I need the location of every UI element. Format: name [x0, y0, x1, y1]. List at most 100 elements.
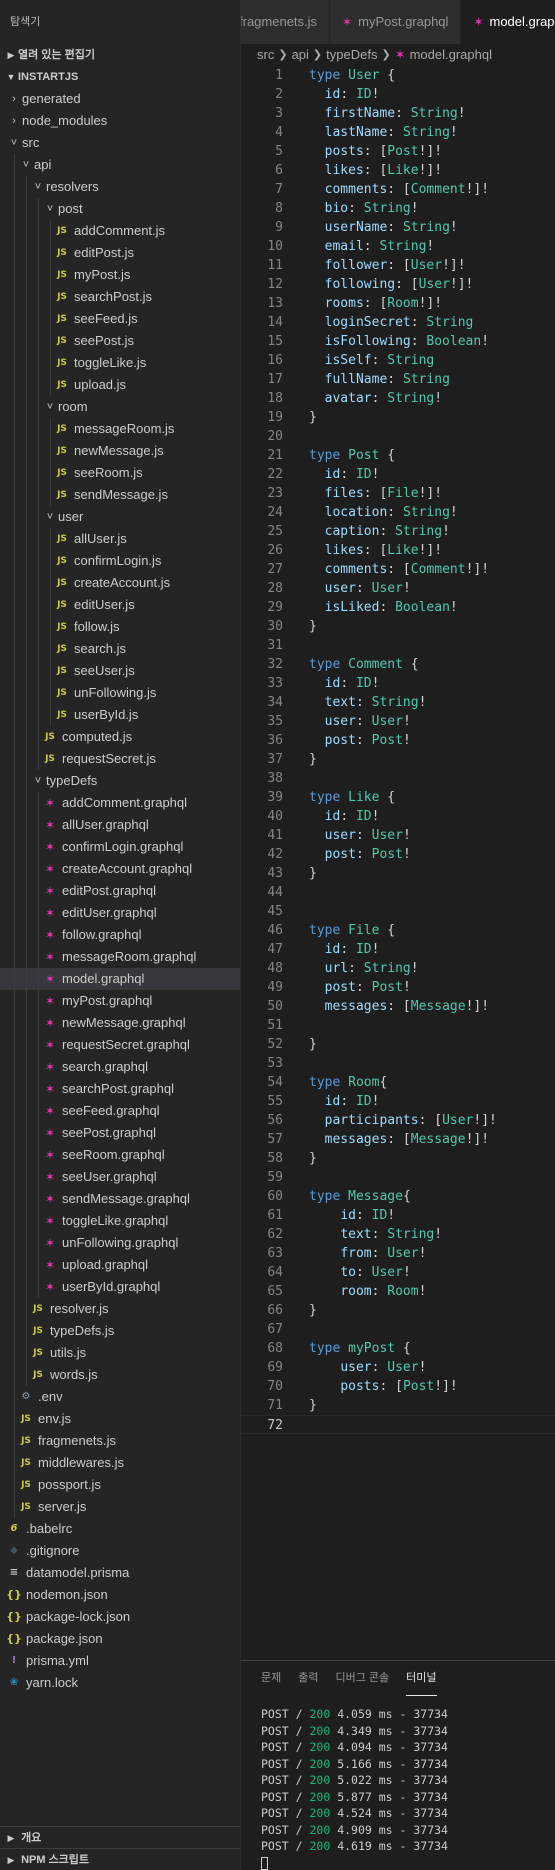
outline-section-header[interactable]: ▶ 개요: [0, 1826, 240, 1848]
open-editors-header[interactable]: ▶ 열려 있는 편집기: [0, 44, 240, 66]
file-createAccount.graphql[interactable]: ✶ createAccount.graphql: [0, 858, 240, 880]
folder-typeDefs[interactable]: ˅ typeDefs: [0, 770, 240, 792]
file-seeFeed.graphql[interactable]: ✶ seeFeed.graphql: [0, 1100, 240, 1122]
file-seeUser.js[interactable]: JS seeUser.js: [0, 660, 240, 682]
tab-model.graphql[interactable]: ✶ model.graphql: [461, 0, 555, 44]
file-typeDefs.js[interactable]: JS typeDefs.js: [0, 1320, 240, 1342]
file-seeUser.graphql[interactable]: ✶ seeUser.graphql: [0, 1166, 240, 1188]
folder-room[interactable]: ˅ room: [0, 396, 240, 418]
panel-tab-1[interactable]: 출력: [298, 1661, 318, 1696]
terminal-prompt[interactable]: [261, 1855, 555, 1870]
file-upload.graphql[interactable]: ✶ upload.graphql: [0, 1254, 240, 1276]
folder-node_modules[interactable]: › node_modules: [0, 110, 240, 132]
graphql-file-icon: ✶: [44, 884, 56, 898]
file-package.json[interactable]: {} package.json: [0, 1628, 240, 1650]
file-searchPost.graphql[interactable]: ✶ searchPost.graphql: [0, 1078, 240, 1100]
file-.gitignore[interactable]: ◆ .gitignore: [0, 1540, 240, 1562]
file-editUser.graphql[interactable]: ✶ editUser.graphql: [0, 902, 240, 924]
file-datamodel.prisma[interactable]: ≡ datamodel.prisma: [0, 1562, 240, 1584]
file-upload.js[interactable]: JS upload.js: [0, 374, 240, 396]
file-follow.js[interactable]: JS follow.js: [0, 616, 240, 638]
file-yarn.lock[interactable]: ❀ yarn.lock: [0, 1672, 240, 1694]
tab-fragmenets.js[interactable]: fragmenets.js: [241, 0, 331, 44]
file-confirmLogin.js[interactable]: JS confirmLogin.js: [0, 550, 240, 572]
tree-item-label: seeRoom.graphql: [62, 1147, 165, 1162]
file-editUser.js[interactable]: JS editUser.js: [0, 594, 240, 616]
file-seeRoom.js[interactable]: JS seeRoom.js: [0, 462, 240, 484]
file-.babelrc[interactable]: 6 .babelrc: [0, 1518, 240, 1540]
file-editPost.graphql[interactable]: ✶ editPost.graphql: [0, 880, 240, 902]
file-env.js[interactable]: JS env.js: [0, 1408, 240, 1430]
file-createAccount.js[interactable]: JS createAccount.js: [0, 572, 240, 594]
breadcrumb-item[interactable]: typeDefs: [326, 44, 377, 66]
indent-guide: [38, 594, 39, 616]
line-text: id: ID!: [324, 467, 380, 482]
file-sendMessage.graphql[interactable]: ✶ sendMessage.graphql: [0, 1188, 240, 1210]
folder-api[interactable]: ˅ api: [0, 154, 240, 176]
code-view[interactable]: 1 type User {2 id: ID! 3 firstName: String…: [241, 66, 555, 1434]
panel-tab-3[interactable]: 터미널: [406, 1661, 437, 1696]
response-size: - 37734: [392, 1773, 448, 1787]
file-addComment.graphql[interactable]: ✶ addComment.graphql: [0, 792, 240, 814]
breadcrumb-item[interactable]: src: [257, 44, 274, 66]
file-.env[interactable]: ⚙ .env: [0, 1386, 240, 1408]
panel-tab-2[interactable]: 디버그 콘솔: [336, 1661, 390, 1696]
file-allUser.graphql[interactable]: ✶ allUser.graphql: [0, 814, 240, 836]
file-package-lock.json[interactable]: {} package-lock.json: [0, 1606, 240, 1628]
file-words.js[interactable]: JS words.js: [0, 1364, 240, 1386]
folder-generated[interactable]: › generated: [0, 88, 240, 110]
npm-scripts-section-header[interactable]: ▶ NPM 스크립트: [0, 1848, 240, 1870]
file-resolver.js[interactable]: JS resolver.js: [0, 1298, 240, 1320]
file-follow.graphql[interactable]: ✶ follow.graphql: [0, 924, 240, 946]
code-line: 62 text: String!: [241, 1225, 555, 1244]
file-middlewares.js[interactable]: JS middlewares.js: [0, 1452, 240, 1474]
file-myPost.js[interactable]: JS myPost.js: [0, 264, 240, 286]
file-nodemon.json[interactable]: {} nodemon.json: [0, 1584, 240, 1606]
file-search.graphql[interactable]: ✶ search.graphql: [0, 1056, 240, 1078]
file-requestSecret.js[interactable]: JS requestSecret.js: [0, 748, 240, 770]
file-possport.js[interactable]: JS possport.js: [0, 1474, 240, 1496]
folder-post[interactable]: ˅ post: [0, 198, 240, 220]
file-prisma.yml[interactable]: ! prisma.yml: [0, 1650, 240, 1672]
file-sendMessage.js[interactable]: JS sendMessage.js: [0, 484, 240, 506]
terminal-output[interactable]: POST / 200 4.059 ms - 37734 POST / 200 4.…: [241, 1696, 555, 1870]
folder-src[interactable]: ˅ src: [0, 132, 240, 154]
panel-tab-0[interactable]: 문제: [261, 1661, 281, 1696]
file-confirmLogin.graphql[interactable]: ✶ confirmLogin.graphql: [0, 836, 240, 858]
file-searchPost.js[interactable]: JS searchPost.js: [0, 286, 240, 308]
project-header[interactable]: ▼ INSTARTJS: [0, 66, 240, 88]
indent-guide: [38, 462, 39, 484]
file-server.js[interactable]: JS server.js: [0, 1496, 240, 1518]
file-newMessage.js[interactable]: JS newMessage.js: [0, 440, 240, 462]
file-addComment.js[interactable]: JS addComment.js: [0, 220, 240, 242]
file-seeFeed.js[interactable]: JS seeFeed.js: [0, 308, 240, 330]
breadcrumb-item[interactable]: model.graphql: [410, 44, 492, 66]
file-editPost.js[interactable]: JS editPost.js: [0, 242, 240, 264]
folder-user[interactable]: ˅ user: [0, 506, 240, 528]
file-seePost.js[interactable]: JS seePost.js: [0, 330, 240, 352]
file-toggleLike.graphql[interactable]: ✶ toggleLike.graphql: [0, 1210, 240, 1232]
file-userById.graphql[interactable]: ✶ userById.graphql: [0, 1276, 240, 1298]
indent-guide: [50, 660, 51, 682]
file-fragmenets.js[interactable]: JS fragmenets.js: [0, 1430, 240, 1452]
file-seePost.graphql[interactable]: ✶ seePost.graphql: [0, 1122, 240, 1144]
file-unFollowing.graphql[interactable]: ✶ unFollowing.graphql: [0, 1232, 240, 1254]
file-utils.js[interactable]: JS utils.js: [0, 1342, 240, 1364]
file-model.graphql[interactable]: ✶ model.graphql: [0, 968, 240, 990]
file-messageRoom.js[interactable]: JS messageRoom.js: [0, 418, 240, 440]
breadcrumb-item[interactable]: api: [292, 44, 309, 66]
file-seeRoom.graphql[interactable]: ✶ seeRoom.graphql: [0, 1144, 240, 1166]
file-myPost.graphql[interactable]: ✶ myPost.graphql: [0, 990, 240, 1012]
file-toggleLike.js[interactable]: JS toggleLike.js: [0, 352, 240, 374]
file-unFollowing.js[interactable]: JS unFollowing.js: [0, 682, 240, 704]
file-messageRoom.graphql[interactable]: ✶ messageRoom.graphql: [0, 946, 240, 968]
file-requestSecret.graphql[interactable]: ✶ requestSecret.graphql: [0, 1034, 240, 1056]
file-newMessage.graphql[interactable]: ✶ newMessage.graphql: [0, 1012, 240, 1034]
file-userById.js[interactable]: JS userById.js: [0, 704, 240, 726]
indent-guide: [14, 682, 15, 704]
file-allUser.js[interactable]: JS allUser.js: [0, 528, 240, 550]
file-search.js[interactable]: JS search.js: [0, 638, 240, 660]
tab-myPost.graphql[interactable]: ✶ myPost.graphql: [330, 0, 462, 44]
file-computed.js[interactable]: JS computed.js: [0, 726, 240, 748]
folder-resolvers[interactable]: ˅ resolvers: [0, 176, 240, 198]
